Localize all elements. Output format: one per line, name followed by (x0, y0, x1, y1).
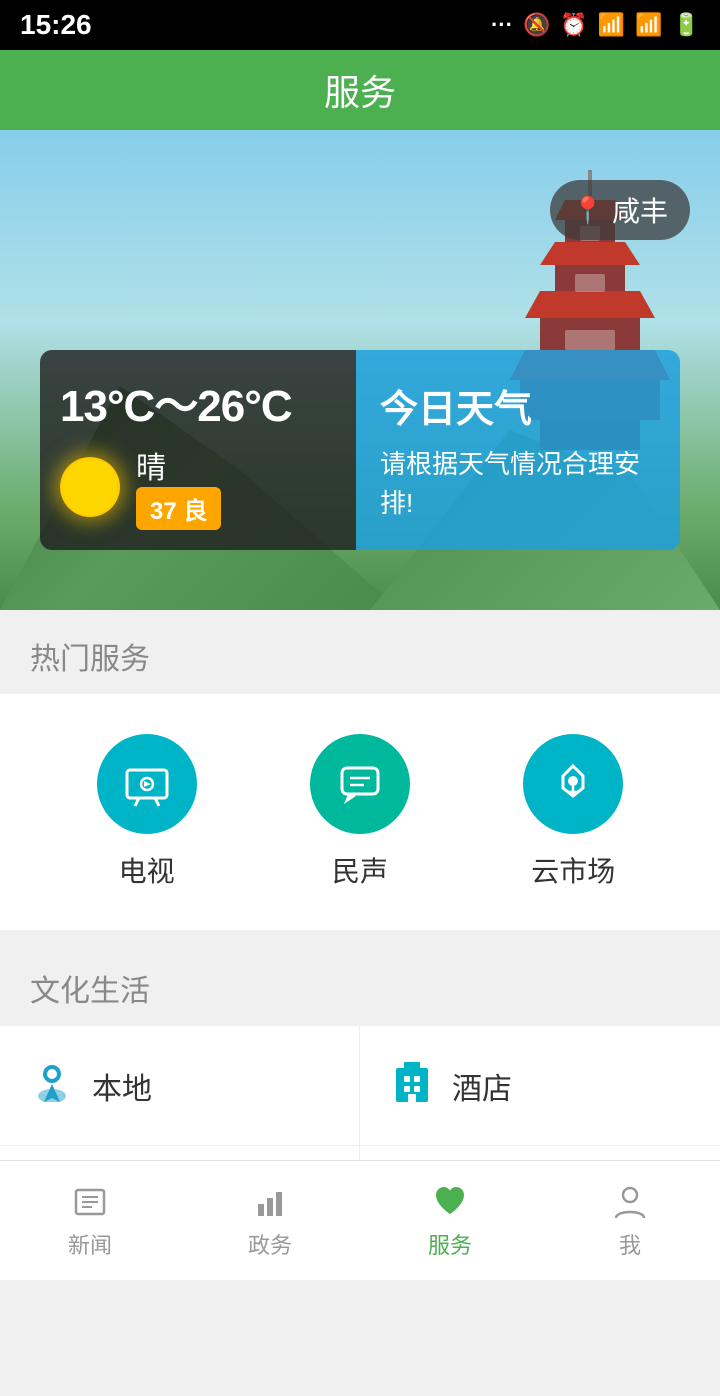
service-item-tv[interactable]: 电视 (97, 734, 197, 890)
service-tv-icon-circle (97, 734, 197, 834)
hot-services-section: 电视 民声 (0, 694, 720, 930)
news-icon (70, 1182, 110, 1222)
person-pin-icon (30, 1058, 74, 1113)
weather-card: 13°C～26°C 晴 37 良 今日天气 请根据天气情况合理安排! (40, 350, 680, 550)
today-weather-desc: 请根据天气情况合理安排! (380, 445, 656, 523)
nav-item-news[interactable]: 新闻 (0, 1182, 180, 1260)
nav-item-service[interactable]: 服务 (360, 1182, 540, 1260)
me-icon (610, 1182, 650, 1222)
nav-me-label: 我 (619, 1228, 641, 1260)
weather-left-panel: 13°C～26°C 晴 37 良 (40, 350, 356, 550)
status-time: 15:26 (20, 9, 92, 41)
weather-condition: 晴 (136, 443, 221, 487)
culture-item-local[interactable]: 本地 (0, 1026, 360, 1146)
nav-news-label: 新闻 (68, 1228, 112, 1260)
service-icons-row: 电视 民声 (0, 724, 720, 900)
culture-local-label: 本地 (92, 1064, 152, 1108)
page-title: 服务 (324, 64, 396, 116)
nav-politics-label: 政务 (248, 1228, 292, 1260)
culture-section-label: 文化生活 (0, 942, 720, 1026)
culture-hotel-label: 酒店 (452, 1064, 512, 1108)
service-heart-icon (430, 1182, 470, 1222)
service-item-minsheng[interactable]: 民声 (310, 734, 410, 890)
service-market-icon-circle (523, 734, 623, 834)
market-icon (547, 758, 599, 810)
nav-item-politics[interactable]: 政务 (180, 1182, 360, 1260)
service-market-label: 云市场 (531, 850, 615, 890)
culture-item-hotel[interactable]: 酒店 (360, 1026, 720, 1146)
building-icon (390, 1058, 434, 1113)
weather-status-row: 晴 37 良 (60, 443, 336, 530)
status-bar: 15:26 ··· 🔕 ⏰ 📶 📶 🔋 (0, 0, 720, 50)
weather-right-panel: 今日天气 请根据天气情况合理安排! (356, 350, 680, 550)
sun-icon (60, 457, 120, 517)
aqi-badge: 37 良 (136, 487, 221, 530)
service-minsheng-label: 民声 (332, 850, 388, 890)
temperature-range: 13°C～26°C (60, 370, 336, 434)
location-name: 咸丰 (612, 190, 668, 230)
nav-service-label: 服务 (428, 1228, 472, 1260)
politics-icon (250, 1182, 290, 1222)
location-pin-icon: 📍 (572, 195, 604, 226)
tv-icon (121, 758, 173, 810)
weather-banner: 📍 咸丰 13°C～26°C 晴 37 良 今日天气 请根据天气情况合理安排! (0, 130, 720, 610)
service-chat-icon-circle (310, 734, 410, 834)
hot-services-label: 热门服务 (0, 610, 720, 694)
app-header: 服务 (0, 50, 720, 130)
service-item-market[interactable]: 云市场 (523, 734, 623, 890)
service-tv-label: 电视 (119, 850, 175, 890)
nav-item-me[interactable]: 我 (540, 1182, 720, 1260)
chat-icon (334, 758, 386, 810)
today-weather-label: 今日天气 (380, 378, 656, 433)
status-icons: ··· 🔕 ⏰ 📶 📶 🔋 (491, 12, 700, 38)
location-badge[interactable]: 📍 咸丰 (550, 180, 690, 240)
bottom-navigation: 新闻 政务 服务 我 (0, 1160, 720, 1280)
